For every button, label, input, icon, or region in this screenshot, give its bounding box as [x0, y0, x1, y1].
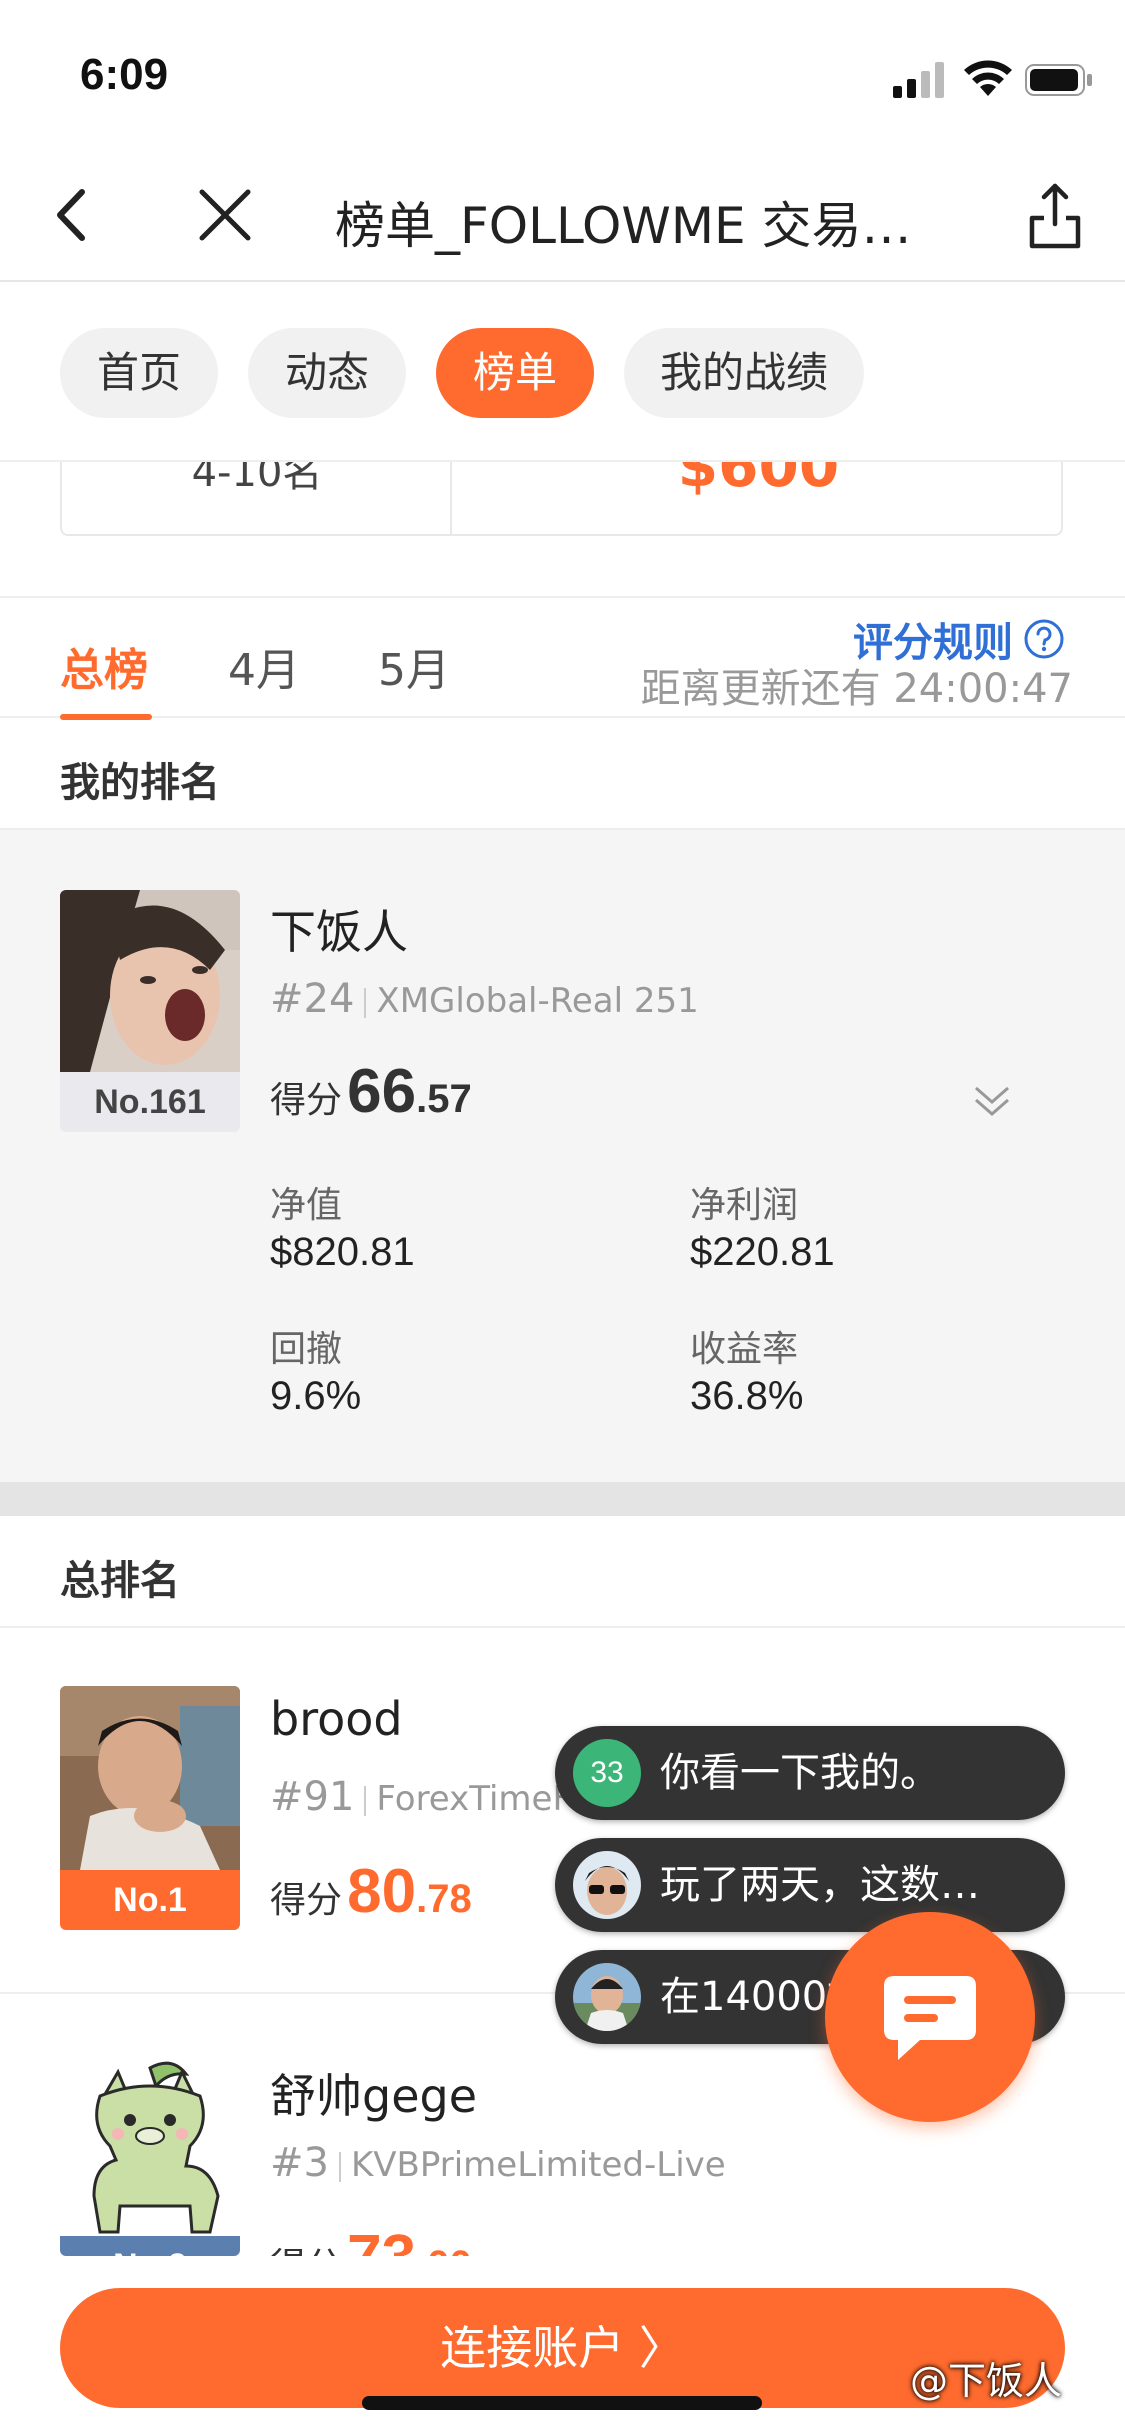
my-rank-card[interactable]: No.161 下饭人 #24 XMGlobal-Real 251 得分 66.57… [0, 830, 1125, 1482]
drawdown-label: 回撤 [270, 1329, 343, 1370]
account-number: #91 [270, 1774, 355, 1820]
nav-bar: 榜单_FOLLOWME 交易… [0, 150, 1125, 282]
score-label: 得分 [270, 1080, 343, 1121]
overall-rank-heading: 总排名 [0, 1516, 1125, 1628]
chat-avatar-image [573, 1963, 641, 2031]
equity-value: $820.81 [270, 1230, 415, 1274]
chat-message: 玩了两天，这数… [660, 1862, 980, 1908]
my-rank-heading: 我的排名 [0, 718, 1125, 830]
rank-badge: No.2 [60, 2236, 240, 2256]
separator [338, 2151, 341, 2182]
close-icon[interactable] [190, 180, 260, 250]
tab-may[interactable]: 5月 [378, 634, 450, 698]
return-rate-value: 36.8% [690, 1374, 804, 1418]
signal-icon [893, 62, 944, 98]
broker-server: KVBPrimeLimited-Live [350, 2145, 726, 2185]
chat-bubble[interactable]: 33 你看一下我的。 [555, 1726, 1065, 1820]
my-rank-title: 我的排名 [60, 760, 220, 806]
avatar-image [60, 1686, 240, 1870]
score-dec: .57 [416, 1077, 472, 1121]
score: 得分 80.78 [270, 1856, 472, 1927]
return-rate-label: 收益率 [690, 1329, 799, 1370]
drawdown-value: 9.6% [270, 1374, 362, 1418]
broker-server: XMGlobal-Real 251 [376, 981, 699, 1021]
rank-badge: No.1 [60, 1870, 240, 1930]
back-icon[interactable] [40, 180, 110, 250]
message-icon [884, 1976, 976, 2060]
score-dec: .78 [416, 1877, 472, 1921]
score: 得分 66.57 [270, 1056, 472, 1127]
prize-rank-label: 4-10名 [191, 462, 323, 496]
net-profit-label: 净利润 [690, 1185, 799, 1226]
separator [364, 987, 367, 1018]
home-indicator [362, 2396, 762, 2410]
rank-badge: No.161 [60, 1072, 240, 1132]
section-divider [0, 1482, 1125, 1516]
avatar: No.161 [60, 890, 240, 1132]
chat-avatar [573, 1851, 641, 1919]
wifi-icon [964, 60, 1012, 96]
chat-fab-button[interactable] [825, 1912, 1035, 2122]
account-info: #3 KVBPrimeLimited-Live [270, 2140, 726, 2186]
chat-bubble[interactable]: 玩了两天，这数… [555, 1838, 1065, 1932]
tab-april[interactable]: 4月 [228, 634, 300, 698]
pill-ranking[interactable]: 榜单 [436, 328, 594, 418]
share-icon[interactable] [1020, 180, 1090, 250]
battery-icon [1025, 64, 1092, 96]
equity-label: 净值 [270, 1185, 343, 1226]
watermark: @下饭人 [910, 2359, 1063, 2403]
pill-my-record[interactable]: 我的战绩 [624, 328, 864, 418]
update-countdown: 距离更新还有 24:00:47 [640, 666, 1073, 712]
page-title: 榜单_FOLLOWME 交易… [335, 197, 912, 255]
score-int: 66 [347, 1057, 417, 1126]
status-bar: 6:09 [0, 0, 1125, 150]
account-number: #3 [270, 2140, 329, 2186]
score-int: 80 [347, 1857, 417, 1926]
avatar: No.1 [60, 1686, 240, 1930]
account-number: #24 [270, 976, 355, 1022]
score-label: 得分 [270, 1880, 343, 1921]
prize-rank-cell: 4-10名 [62, 462, 452, 534]
chat-count-badge: 33 [573, 1739, 641, 1807]
trader-name: 舒帅gege [270, 2069, 477, 2123]
tab-overall[interactable]: 总榜 [60, 634, 148, 698]
pill-feed[interactable]: 动态 [248, 328, 406, 418]
help-icon [1024, 619, 1064, 659]
prize-amount: $600 [677, 462, 840, 500]
trader-name: 下饭人 [270, 905, 408, 959]
net-profit-value: $220.81 [690, 1230, 835, 1274]
alpaca-avatar-image [60, 2056, 240, 2236]
ranking-tabs: 总榜 4月 5月 评分规则 距离更新还有 24:00:47 [0, 596, 1125, 720]
pill-home[interactable]: 首页 [60, 328, 218, 418]
overall-rank-title: 总排名 [60, 1558, 180, 1604]
chat-message: 你看一下我的。 [660, 1750, 940, 1796]
expand-chevron-icon[interactable] [970, 1080, 1014, 1124]
separator [364, 1785, 367, 1816]
spacer [0, 536, 1125, 596]
status-time: 6:09 [80, 50, 169, 99]
avatar: No.2 [60, 2056, 240, 2256]
prize-table: 4-10名 $600 [60, 462, 1063, 536]
trader-name: brood [270, 1692, 403, 1746]
chat-avatar [573, 1963, 641, 2031]
account-info: #24 XMGlobal-Real 251 [270, 976, 699, 1022]
avatar-image [60, 890, 240, 1072]
chat-avatar-image [573, 1851, 641, 1919]
section-nav: 首页 动态 榜单 我的战绩 [0, 282, 1125, 462]
